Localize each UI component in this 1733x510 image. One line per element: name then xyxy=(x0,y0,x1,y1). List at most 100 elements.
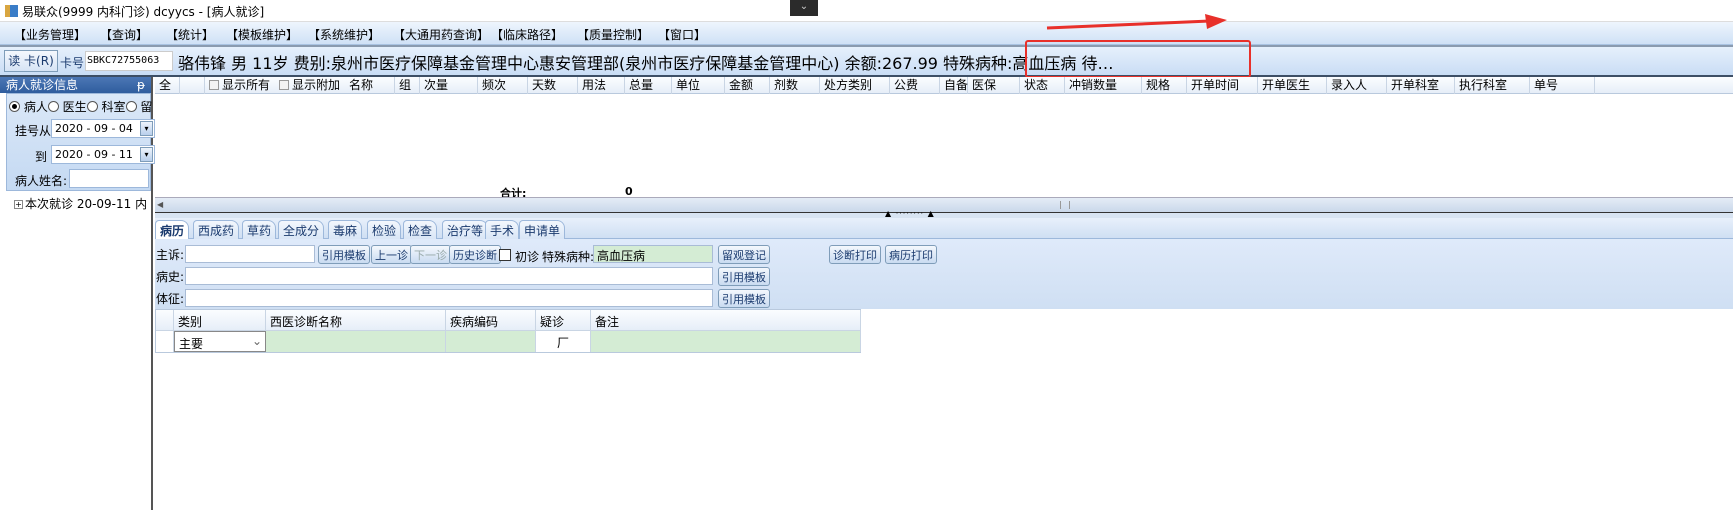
radio-3[interactable]: 留 xyxy=(125,100,152,114)
patient-summary: 骆伟锋 男 11岁 费别:泉州市医疗保障基金管理中心惠安管理部(泉州市医疗保障基… xyxy=(178,54,1114,73)
radio-1[interactable]: 医生 xyxy=(47,100,87,114)
menu-item[interactable]: 【窗口】 xyxy=(658,26,706,43)
column-header[interactable]: 自备 xyxy=(940,77,968,94)
read-card-button[interactable]: 读 卡(R) xyxy=(4,50,58,72)
radio-icon[interactable] xyxy=(47,101,59,112)
tab-3[interactable]: 全成分 xyxy=(278,220,325,239)
tab-4[interactable]: 毒麻 xyxy=(328,220,363,239)
special-disease-input[interactable]: 高血压病 xyxy=(593,245,713,263)
disease-code-cell[interactable] xyxy=(446,331,536,352)
sign-label: 体征: xyxy=(156,292,185,306)
show-extra-checkbox[interactable]: 显示附加 xyxy=(275,77,345,94)
splitter-grip-icon[interactable]: ▲ ········ ▲ xyxy=(885,209,935,218)
column-header[interactable]: 开单科室 xyxy=(1387,77,1455,94)
diagnosis-print-button[interactable]: 诊断打印 xyxy=(829,245,881,264)
column-header[interactable]: 医保 xyxy=(968,77,1020,94)
column-header[interactable]: 剂数 xyxy=(770,77,820,94)
column-header[interactable]: 录入人 xyxy=(1327,77,1387,94)
observe-register-button[interactable]: 留观登记 xyxy=(718,245,770,264)
menu-item[interactable]: 【系统维护】 xyxy=(308,26,380,43)
diagnosis-name-cell[interactable] xyxy=(266,331,446,352)
from-date-input[interactable]: 2020 - 09 - 04 ▾ xyxy=(51,119,155,138)
sign-cite-template-button[interactable]: 引用模板 xyxy=(718,289,770,308)
column-header[interactable]: 名称 xyxy=(345,77,395,94)
next-visit-button[interactable]: 下一诊 xyxy=(410,245,451,264)
card-number-input[interactable]: SBKC72755063 xyxy=(85,51,173,71)
column-header[interactable]: 执行科室 xyxy=(1455,77,1530,94)
column-header[interactable]: 单位 xyxy=(672,77,725,94)
sign-input[interactable] xyxy=(185,289,713,307)
first-visit-checkbox[interactable] xyxy=(499,249,511,261)
column-header[interactable]: 冲销数量 xyxy=(1065,77,1142,94)
expand-icon[interactable]: + xyxy=(14,200,23,209)
history-input[interactable] xyxy=(185,267,713,285)
column-header[interactable]: 单号 xyxy=(1530,77,1595,94)
checkbox-icon[interactable] xyxy=(209,80,219,90)
menu-item[interactable]: 【查询】 xyxy=(100,26,148,43)
prev-visit-button[interactable]: 上一诊 xyxy=(371,245,412,264)
column-header[interactable]: 规格 xyxy=(1142,77,1187,94)
column-header[interactable]: 用法 xyxy=(578,77,625,94)
record-print-button[interactable]: 病历打印 xyxy=(885,245,937,264)
history-cite-template-button[interactable]: 引用模板 xyxy=(718,267,770,286)
scroll-thumb[interactable] xyxy=(1060,201,1070,209)
column-header[interactable]: 状态 xyxy=(1020,77,1065,94)
tab-1[interactable]: 西成药 xyxy=(193,220,240,239)
complaint-input[interactable] xyxy=(185,245,315,263)
menu-item[interactable]: 【模板维护】 xyxy=(226,26,298,43)
menu-item[interactable]: 【业务管理】 xyxy=(14,26,86,43)
column-header[interactable]: 开单医生 xyxy=(1258,77,1327,94)
radio-2[interactable]: 科室 xyxy=(86,100,126,114)
dropdown-icon[interactable]: ▾ xyxy=(140,121,153,136)
title-bar: 易联众(9999 内科门诊) dcyycs - [病人就诊] xyxy=(0,0,1733,22)
menu-item[interactable]: 【统计】 xyxy=(166,26,214,43)
column-header[interactable]: 频次 xyxy=(478,77,528,94)
tab-0[interactable]: 病历 xyxy=(155,220,190,240)
select-all-column[interactable]: 全 xyxy=(155,77,180,94)
suspect-checkbox[interactable]: 厂 xyxy=(536,331,591,352)
column-header[interactable]: 处方类别 xyxy=(820,77,890,94)
note-cell[interactable] xyxy=(591,331,861,352)
history-diagnosis-button[interactable]: 历史诊断 xyxy=(449,245,501,264)
tab-8[interactable]: 手术 xyxy=(485,220,520,239)
tab-2[interactable]: 草药 xyxy=(242,220,277,239)
patient-name-input[interactable] xyxy=(69,169,149,188)
menu-item[interactable]: 【大通用药查询】 xyxy=(393,26,489,43)
radio-0[interactable]: 病人 xyxy=(9,100,48,114)
dropdown-icon[interactable]: ▾ xyxy=(140,147,153,162)
radio-icon[interactable] xyxy=(125,101,137,112)
column-header: 备注 xyxy=(591,310,861,331)
window-title: 易联众(9999 内科门诊) dcyycs - [病人就诊] xyxy=(22,5,265,19)
checkbox-icon[interactable] xyxy=(279,80,289,90)
chevron-down-icon[interactable]: ⌄ xyxy=(252,334,262,348)
menu-item[interactable]: 【临床路径】 xyxy=(491,26,563,43)
menu-item[interactable]: 【质量控制】 xyxy=(577,26,649,43)
column-header[interactable]: 开单时间 xyxy=(1187,77,1258,94)
column-header[interactable]: 组 xyxy=(395,77,420,94)
filter-panel: 病人 医生 科室 留 挂号从 2020 - 09 - 04 ▾ 到 2020 - … xyxy=(6,93,155,191)
radio-label: 医生 xyxy=(62,100,87,114)
radio-icon[interactable] xyxy=(9,101,20,112)
tab-5[interactable]: 检验 xyxy=(367,220,402,239)
tree-item-current-visit[interactable]: + 本次就诊 20-09-11 内 xyxy=(14,195,151,212)
cite-template-button[interactable]: 引用模板 xyxy=(318,245,370,264)
radio-icon[interactable] xyxy=(86,101,98,112)
tab-7[interactable]: 治疗等 xyxy=(442,220,489,239)
column-header[interactable]: 总量 xyxy=(625,77,672,94)
radio-label: 科室 xyxy=(101,100,126,114)
column-header[interactable]: 公费 xyxy=(890,77,940,94)
horizontal-scrollbar[interactable]: ◀ xyxy=(155,197,1733,212)
scroll-left-icon[interactable]: ◀ xyxy=(157,199,169,211)
category-select[interactable]: 主要 ⌄ xyxy=(174,331,266,352)
to-date-input[interactable]: 2020 - 09 - 11 ▾ xyxy=(51,145,155,164)
card-label: 卡号: xyxy=(60,56,89,70)
tab-6[interactable]: 检查 xyxy=(403,220,438,239)
column-header[interactable]: 金额 xyxy=(725,77,770,94)
pin-icon[interactable]: ᵽ xyxy=(137,77,145,93)
show-all-checkbox[interactable]: 显示所有 xyxy=(205,77,275,94)
show-all-label: 显示所有 xyxy=(222,78,271,92)
tab-9[interactable]: 申请单 xyxy=(519,220,566,239)
column-header[interactable]: 天数 xyxy=(528,77,578,94)
chevron-down-icon[interactable]: ⌄ xyxy=(790,0,818,16)
column-header[interactable]: 次量 xyxy=(420,77,478,94)
